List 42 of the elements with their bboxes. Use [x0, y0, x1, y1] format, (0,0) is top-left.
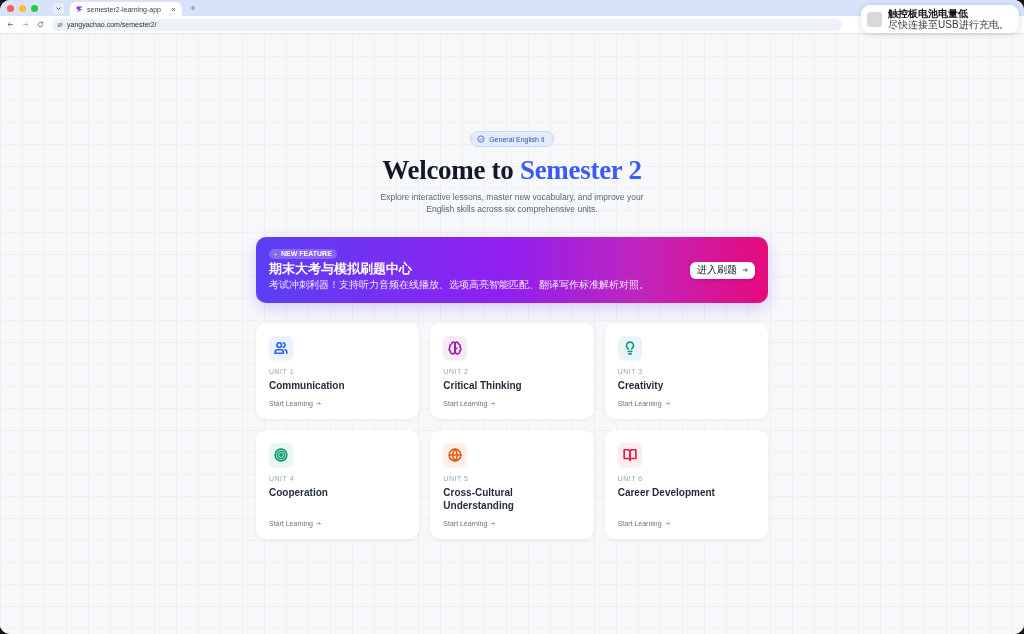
window-close-button[interactable]: [7, 4, 14, 12]
target-icon: [269, 443, 293, 467]
site-settings-icon[interactable]: [57, 21, 63, 28]
page-title: Welcome to Semester 2: [382, 155, 642, 185]
globe-icon: [443, 443, 468, 467]
arrow-right-icon: [742, 267, 748, 273]
sparkle-icon: [273, 251, 278, 257]
unit-title: Creativity: [617, 379, 664, 392]
notification[interactable]: 触控板电池电量低 尽快连接至USB进行充电。: [861, 5, 1019, 33]
forward-icon[interactable]: [22, 21, 29, 28]
arrow-right-icon: [664, 401, 670, 406]
check-circle-icon: [477, 135, 486, 143]
enter-practice-button[interactable]: 进入刷题: [690, 261, 755, 279]
unit-title: Career Development: [617, 486, 715, 499]
window-maximize-button[interactable]: [31, 4, 38, 12]
close-icon[interactable]: [171, 6, 176, 12]
unit-title: Critical Thinking: [443, 379, 522, 392]
arrow-right-icon: [316, 401, 321, 406]
lightbulb-icon: [617, 336, 642, 360]
unit-title: Cooperation: [269, 486, 328, 499]
book-icon: [617, 443, 642, 467]
brain-icon: [443, 336, 468, 360]
banner-title: 期末大考与模拟刷题中心: [269, 261, 412, 277]
new-tab-icon[interactable]: [190, 5, 196, 11]
unit-title: Cross-Cultural Understanding: [443, 486, 515, 512]
chevron-down-icon: [56, 6, 61, 10]
notification-title: 触控板电池电量低: [888, 8, 968, 19]
people-icon: [269, 336, 293, 360]
window-minimize-button[interactable]: [19, 4, 26, 12]
reload-icon[interactable]: [37, 21, 44, 28]
page-subtitle: Explore interactive lessons, master new vocabulary, and improve your English skills across six comprehensive units.: [379, 191, 645, 215]
arrow-right-icon: [316, 521, 321, 526]
banner-description: 考试冲刺利器！支持听力音频在线播放、选项高亮智能匹配、翻译写作标准解析对照。: [269, 279, 649, 291]
tab-list-button[interactable]: [53, 2, 64, 14]
unit-title: Communication: [269, 379, 345, 392]
back-icon[interactable]: [7, 21, 14, 28]
notification-text: 尽快连接至USB进行充电。: [888, 19, 1009, 30]
arrow-right-icon: [490, 521, 496, 526]
app-logo-icon: [76, 5, 83, 13]
arrow-right-icon: [664, 521, 670, 526]
app-icon: [867, 11, 882, 27]
arrow-right-icon: [490, 401, 496, 406]
